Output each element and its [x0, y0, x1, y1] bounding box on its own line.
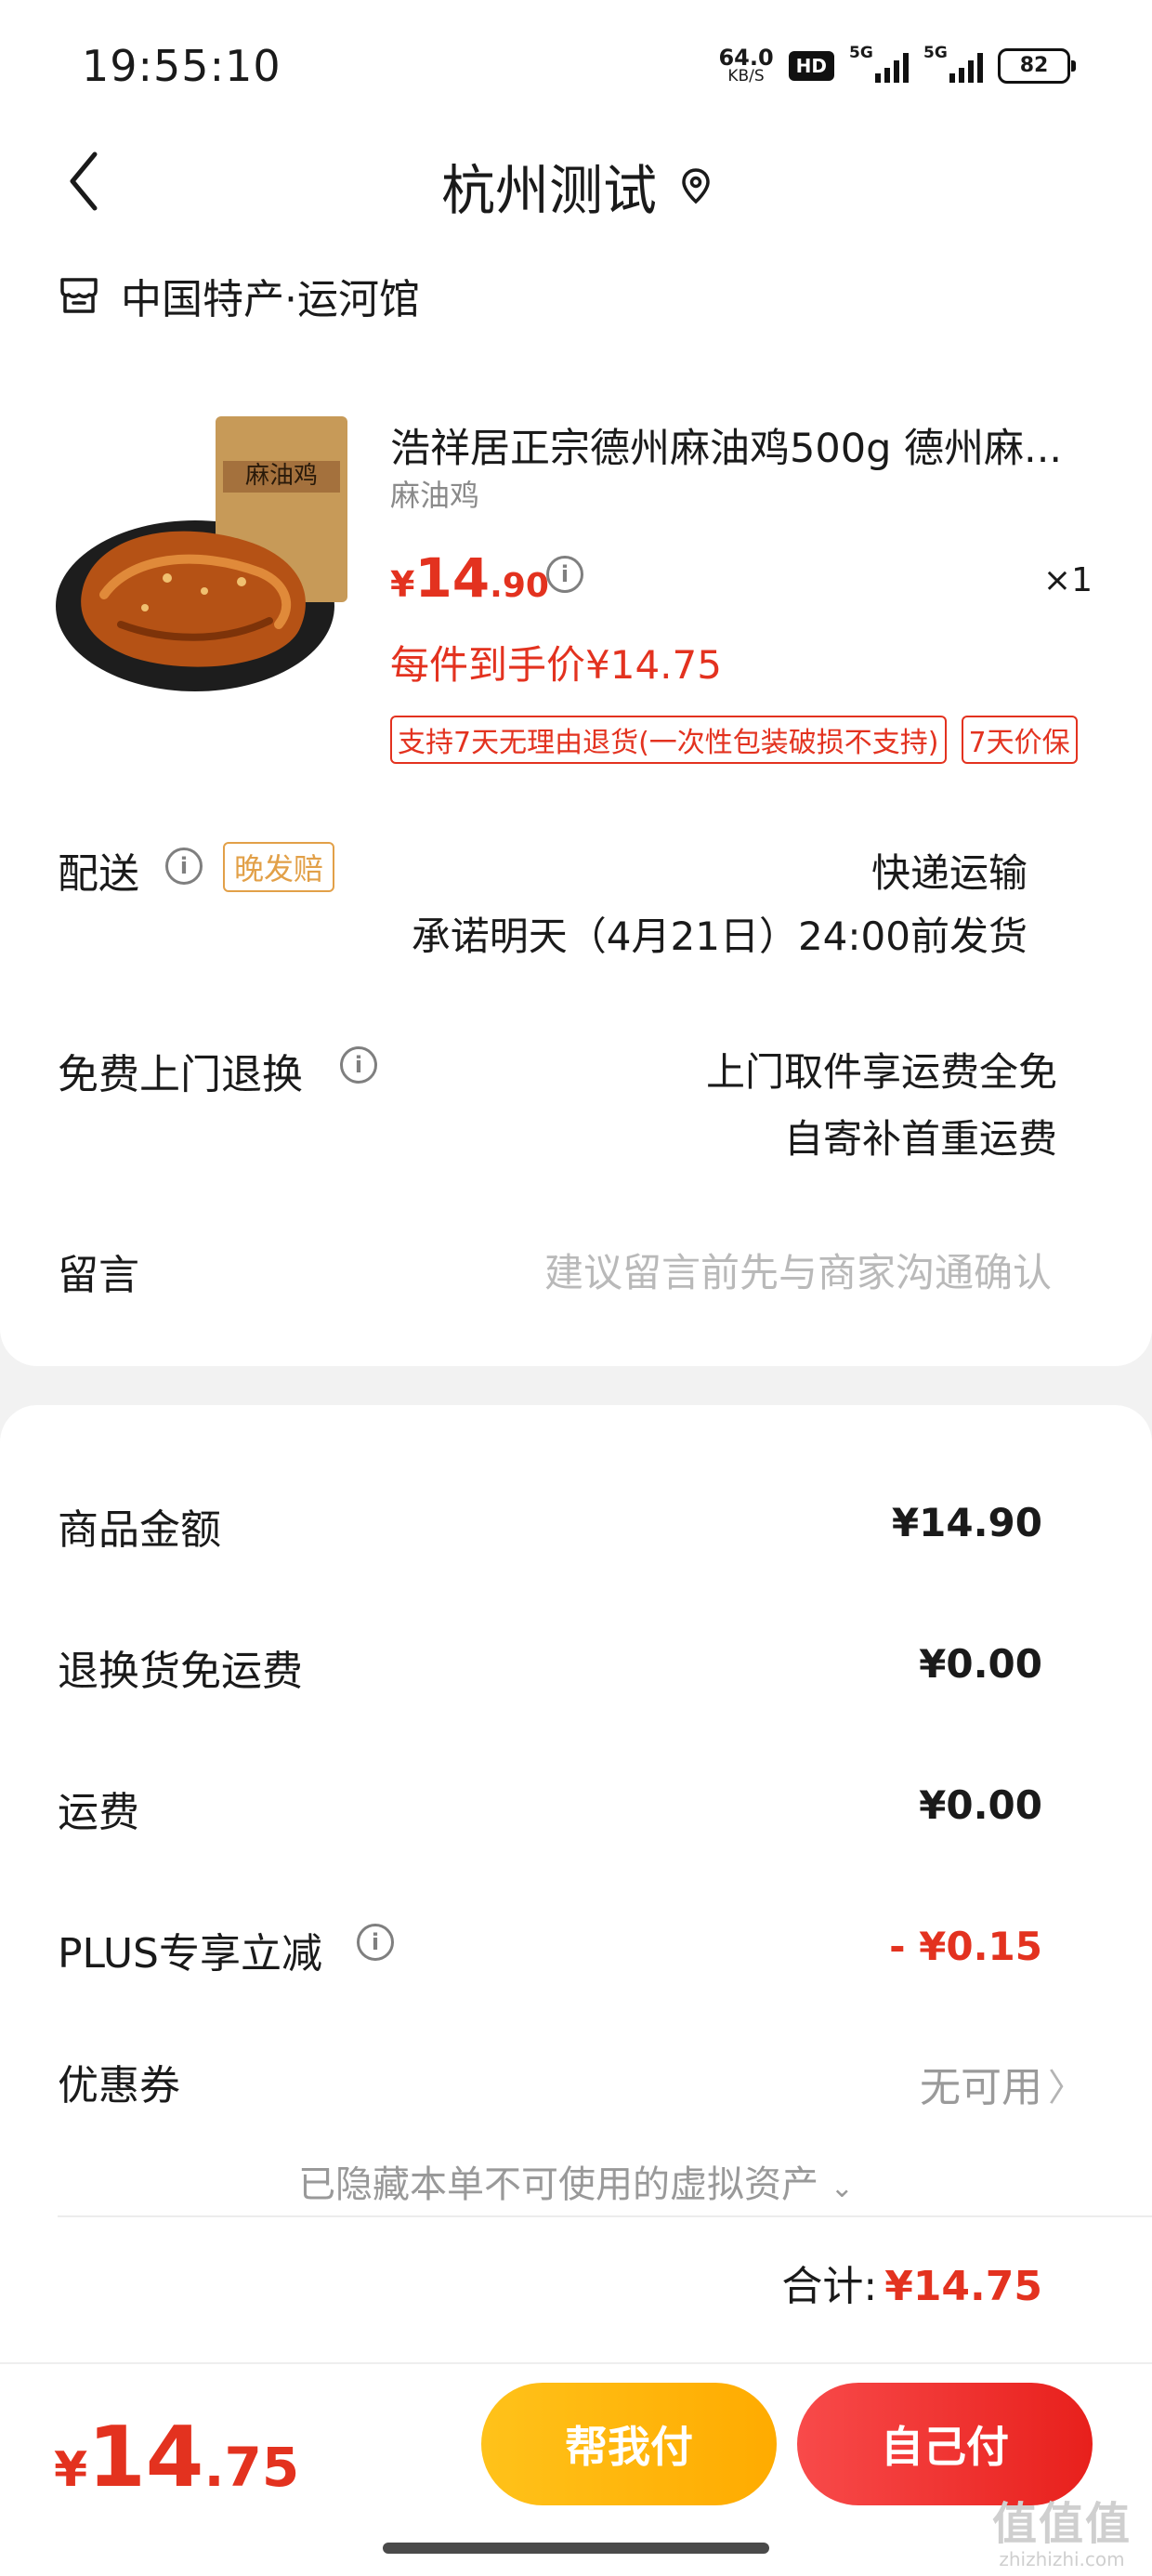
watermark-logo: 值值值 — [992, 2498, 1132, 2550]
page-title: 杭州测试 — [440, 159, 657, 222]
coupon-label: 优惠券 — [58, 2062, 180, 2109]
info-icon[interactable]: i — [340, 1046, 377, 1084]
home-indicator[interactable] — [383, 2543, 769, 2554]
status-time: 19:55:10 — [82, 41, 281, 91]
message-label: 留言 — [58, 1252, 139, 1299]
signal-icon: 5G — [849, 43, 909, 85]
tag-return-policy: 支持7天无理由退货(一次性包装破损不支持) — [390, 716, 947, 764]
shipping-fee-value: ¥0.00 — [919, 1782, 1042, 1828]
store-icon — [60, 278, 98, 313]
hd-icon: HD — [788, 50, 834, 81]
plus-discount-label: PLUS专享立减 — [58, 1930, 322, 1978]
total-value: ¥14.75 — [884, 2263, 1042, 2310]
hidden-assets-toggle[interactable]: 已隐藏本单不可使用的虚拟资产 ⌄ — [0, 2154, 1152, 2208]
info-icon[interactable]: i — [165, 848, 203, 885]
header: 杭州测试 — [0, 147, 1152, 225]
return-shipping-value: ¥0.00 — [919, 1641, 1042, 1687]
signal-label: 5G — [923, 43, 948, 62]
net-speed-value: 64.0 — [718, 45, 774, 71]
tag-price-protection: 7天价保 — [961, 716, 1078, 764]
late-compensation-badge: 晚发赔 — [223, 842, 335, 892]
total-label: 合计: — [781, 2263, 878, 2310]
self-pay-button[interactable]: 自己付 — [797, 2383, 1093, 2505]
return-self-ship-text: 自寄补首重运费 — [783, 1116, 1057, 1162]
return-shipping-label: 退换货免运费 — [58, 1648, 303, 1695]
signal-icon: 5G — [923, 43, 983, 85]
checkout-price: ¥ 14 .75 — [54, 2409, 299, 2506]
net-speed: 64.0 KB/S — [718, 46, 773, 85]
quantity: ×1 — [1042, 561, 1093, 599]
chevron-right-icon[interactable]: 〉 — [1048, 2057, 1085, 2111]
total-row: 合计: ¥14.75 — [781, 2253, 1042, 2312]
hidden-assets-text: 已隐藏本单不可使用的虚拟资产 — [298, 2163, 819, 2206]
delivery-label: 配送 — [58, 850, 139, 898]
status-bar: 19:55:10 64.0 KB/S HD 5G 5G 82 — [0, 0, 1152, 130]
product-price: ¥ 14 .90 — [390, 546, 549, 610]
watermark: 值值值 zhizhizhi.com — [992, 2500, 1132, 2569]
chevron-down-icon: ⌄ — [830, 2172, 854, 2204]
price-decimal: .90 — [490, 567, 549, 605]
signal-label: 5G — [849, 43, 873, 62]
checkout-price-decimal: .75 — [203, 2436, 300, 2499]
product-image[interactable]: 麻油鸡 — [56, 409, 353, 706]
help-pay-button[interactable]: 帮我付 — [481, 2383, 777, 2505]
plus-discount-value: - ¥0.15 — [889, 1924, 1042, 1969]
location-pin-icon[interactable] — [681, 167, 711, 204]
shipping-fee-label: 运费 — [58, 1789, 139, 1836]
divider — [58, 2215, 1152, 2217]
store-name: 中国特产·运河馆 — [121, 276, 420, 323]
delivery-method[interactable]: 快递运输 — [871, 842, 1028, 899]
price-integer: 14 — [414, 546, 491, 610]
status-icons: 64.0 KB/S HD 5G 5G 82 — [718, 43, 1076, 85]
product-spec: 麻油鸡 — [390, 478, 480, 513]
package-label-text: 麻油鸡 — [245, 462, 318, 490]
store-row[interactable]: 中国特产·运河馆 — [58, 266, 420, 325]
goods-amount-value: ¥14.90 — [891, 1500, 1042, 1545]
battery-icon: 82 — [998, 47, 1076, 84]
goods-amount-label: 商品金额 — [58, 1506, 221, 1554]
return-pickup-text: 上门取件享运费全免 — [705, 1049, 1057, 1095]
info-icon[interactable]: i — [546, 556, 583, 593]
delivery-promise: 承诺明天（4月21日）24:00前发货 — [411, 913, 1028, 959]
free-return-label: 免费上门退换 — [58, 1051, 303, 1098]
checkout-price-currency: ¥ — [54, 2442, 88, 2498]
info-icon[interactable]: i — [357, 1924, 394, 1961]
product-title[interactable]: 浩祥居正宗德州麻油鸡500g 德州麻... — [390, 416, 1096, 474]
message-input[interactable]: 建议留言前先与商家沟通确认 — [544, 1242, 1052, 1298]
net-speed-unit: KB/S — [727, 67, 765, 85]
watermark-url: zhizhizhi.com — [999, 2547, 1125, 2570]
unit-final-price: 每件到手价¥14.75 — [390, 642, 722, 688]
service-tags: 支持7天无理由退货(一次性包装破损不支持) 7天价保 — [390, 716, 1078, 764]
price-currency: ¥ — [390, 564, 415, 605]
battery-level: 82 — [1019, 54, 1049, 77]
checkout-price-integer: 14 — [87, 2409, 204, 2506]
coupon-value[interactable]: 无可用 — [920, 2054, 1042, 2113]
